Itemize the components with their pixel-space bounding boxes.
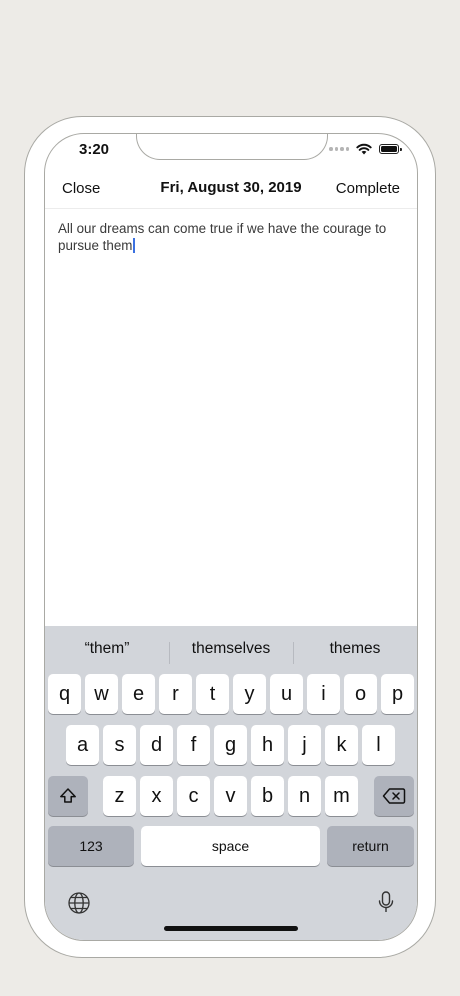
key-u[interactable]: u	[270, 674, 303, 714]
key-c[interactable]: c	[177, 776, 210, 816]
key-o[interactable]: o	[344, 674, 377, 714]
key-h[interactable]: h	[251, 725, 284, 765]
keyboard: “them” themselves themes q w e r t y u i…	[45, 626, 417, 940]
return-key[interactable]: return	[327, 826, 414, 866]
key-j[interactable]: j	[288, 725, 321, 765]
suggestion-item[interactable]: “them”	[45, 640, 169, 658]
globe-icon[interactable]	[67, 891, 91, 915]
key-k[interactable]: k	[325, 725, 358, 765]
delete-key[interactable]	[374, 776, 414, 816]
note-text: All our dreams can come true if we have …	[58, 221, 387, 253]
complete-button[interactable]: Complete	[336, 180, 400, 197]
notch	[136, 134, 328, 160]
battery-icon	[379, 144, 402, 154]
key-x[interactable]: x	[140, 776, 173, 816]
key-b[interactable]: b	[251, 776, 284, 816]
shift-icon	[60, 788, 76, 803]
microphone-icon[interactable]	[377, 890, 395, 916]
key-e[interactable]: e	[122, 674, 155, 714]
key-z[interactable]: z	[103, 776, 136, 816]
shift-key[interactable]	[48, 776, 88, 816]
key-m[interactable]: m	[325, 776, 358, 816]
key-s[interactable]: s	[103, 725, 136, 765]
suggestion-bar: “them” themselves themes	[45, 626, 417, 672]
home-indicator	[164, 926, 298, 931]
backspace-icon	[382, 788, 406, 804]
text-cursor	[133, 238, 136, 253]
phone-screen: 3:20 Close Fri, August 30, 2019 Complete…	[44, 133, 418, 941]
status-time: 3:20	[79, 141, 110, 158]
key-f[interactable]: f	[177, 725, 210, 765]
key-p[interactable]: p	[381, 674, 414, 714]
key-d[interactable]: d	[140, 725, 173, 765]
key-v[interactable]: v	[214, 776, 247, 816]
key-w[interactable]: w	[85, 674, 118, 714]
key-t[interactable]: t	[196, 674, 229, 714]
key-q[interactable]: q	[48, 674, 81, 714]
key-i[interactable]: i	[307, 674, 340, 714]
key-r[interactable]: r	[159, 674, 192, 714]
space-key[interactable]: space	[141, 826, 320, 866]
wifi-icon	[356, 143, 372, 155]
key-n[interactable]: n	[288, 776, 321, 816]
note-text-area[interactable]: All our dreams can come true if we have …	[58, 220, 408, 254]
suggestion-item[interactable]: themes	[293, 640, 417, 664]
key-y[interactable]: y	[233, 674, 266, 714]
cellular-signal-icon	[329, 147, 349, 151]
nav-bar: Close Fri, August 30, 2019 Complete	[45, 172, 417, 209]
key-a[interactable]: a	[66, 725, 99, 765]
numbers-key[interactable]: 123	[48, 826, 134, 866]
key-l[interactable]: l	[362, 725, 395, 765]
status-icons	[329, 143, 402, 155]
suggestion-item[interactable]: themselves	[169, 640, 293, 664]
key-g[interactable]: g	[214, 725, 247, 765]
